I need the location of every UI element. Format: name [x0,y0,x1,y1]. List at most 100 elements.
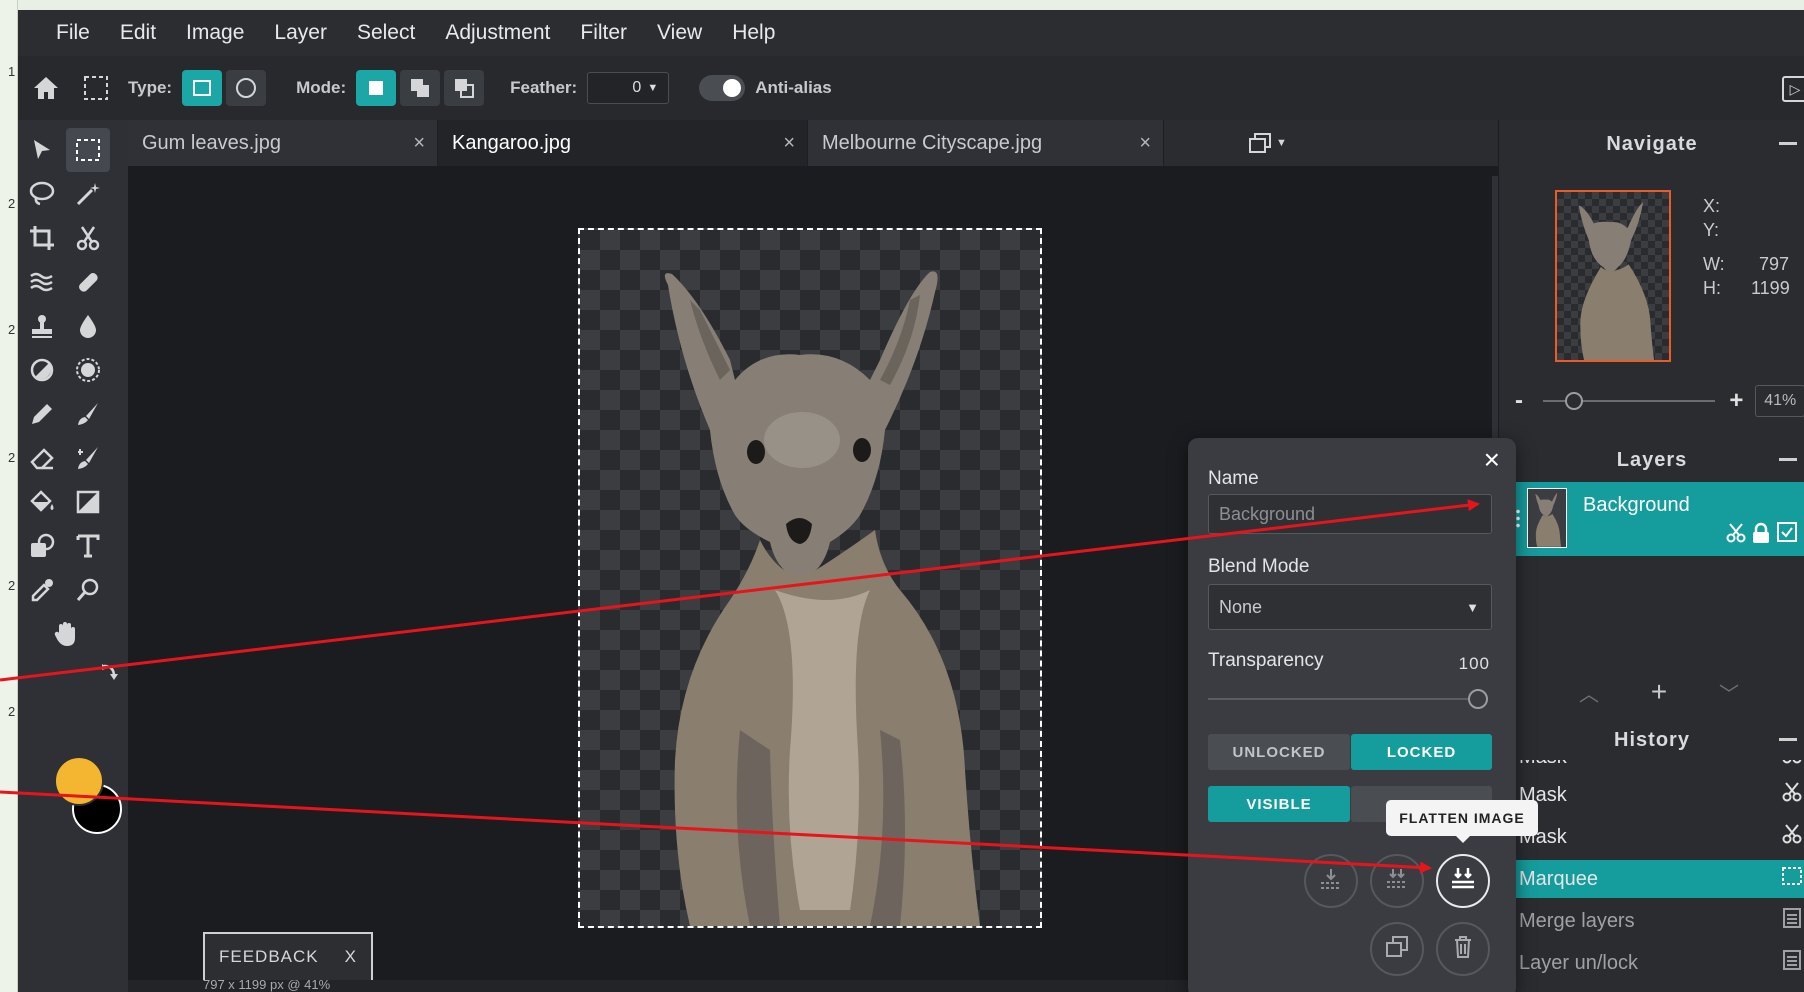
tab-gum-leaves[interactable]: Gum leaves.jpg × [128,120,438,166]
move-layer-up-icon[interactable]: ︿ [1579,678,1599,707]
duplicate-layer-button[interactable] [1370,922,1424,976]
menu-layer[interactable]: Layer [274,21,327,45]
feedback-button[interactable]: FEEDBACK X [203,932,373,980]
panel-collapse-icon[interactable]: ▷ [1782,76,1804,102]
zoom-in-button[interactable]: + [1729,387,1743,415]
shape-tool-icon[interactable] [20,524,64,568]
zoom-slider[interactable] [1543,392,1716,410]
visible-button[interactable]: VISIBLE [1208,786,1350,822]
x-label: X: [1703,196,1721,216]
sponge-tool-icon[interactable] [66,348,110,392]
eraser-tool-icon[interactable] [20,436,64,480]
history-item[interactable]: Mask [1513,818,1804,856]
rectangle-type-button[interactable] [182,70,223,106]
tab-label: Gum leaves.jpg [142,131,281,154]
layer-row-background[interactable]: Background [1513,482,1804,556]
drag-handle-icon[interactable] [1516,508,1520,530]
menu-help[interactable]: Help [732,21,775,45]
foreground-color-swatch[interactable] [54,756,104,806]
vertical-ruler: 1 2 2 2 2 2 [0,0,18,992]
move-tool-icon[interactable] [20,128,64,172]
pencil-tool-icon[interactable] [20,392,64,436]
locked-button[interactable]: LOCKED [1351,734,1492,770]
window-arrange-icon[interactable]: ▼ [1248,132,1287,154]
delete-layer-button[interactable] [1436,922,1490,976]
feedback-close-icon[interactable]: X [345,947,357,967]
feather-dropdown[interactable]: 0 ▼ [587,72,670,104]
liquify-tool-icon[interactable] [20,260,64,304]
layer-name-input[interactable]: Background [1208,494,1492,534]
brush-tool-icon[interactable] [66,392,110,436]
healing-tool-icon[interactable] [66,260,110,304]
layer-thumbnail [1527,488,1567,548]
mode-add-button[interactable] [400,70,441,106]
blend-mode-select[interactable]: None ▼ [1208,584,1492,630]
eyedropper-tool-icon[interactable] [20,568,64,612]
menu-filter[interactable]: Filter [580,21,627,45]
add-layer-icon[interactable]: + [1651,676,1667,708]
tab-kangaroo[interactable]: Kangaroo.jpg × [438,120,808,166]
menu-image[interactable]: Image [186,21,244,45]
history-item-label: Marquee [1519,867,1598,890]
history-item-selected[interactable]: Marquee [1513,860,1804,898]
lock-icon[interactable] [1751,522,1771,549]
unlocked-label: UNLOCKED [1232,743,1326,761]
color-replace-tool-icon[interactable] [66,436,110,480]
height-value: 1199 [1751,278,1790,298]
zoom-tool-icon[interactable] [66,568,110,612]
scissors-icon[interactable] [1725,522,1747,549]
anti-alias-toggle[interactable] [699,75,746,101]
history-item[interactable]: Mask [1513,760,1804,776]
tab-melbourne-cityscape[interactable]: Melbourne Cityscape.jpg × [808,120,1164,166]
transparency-slider-handle[interactable] [1468,689,1488,709]
scissors-icon [1781,781,1803,809]
dodge-burn-tool-icon[interactable] [20,348,64,392]
blur-drop-tool-icon[interactable] [66,304,110,348]
menu-adjustment[interactable]: Adjustment [445,21,550,45]
gradient-tool-icon[interactable] [66,480,110,524]
clone-stamp-tool-icon[interactable] [20,304,64,348]
hand-tool-icon[interactable] [44,612,88,656]
text-tool-icon[interactable] [66,524,110,568]
navigator-thumbnail[interactable] [1555,190,1671,362]
move-layer-down-icon[interactable]: ﹀ [1719,678,1739,707]
swap-colors-icon[interactable] [100,662,120,689]
menu-file[interactable]: File [56,21,90,45]
menu-select[interactable]: Select [357,21,415,45]
kangaroo-image[interactable] [578,228,1042,928]
unlocked-button[interactable]: UNLOCKED [1208,734,1350,770]
lasso-tool-icon[interactable] [20,172,64,216]
transparency-slider[interactable] [1208,689,1488,709]
history-item[interactable]: Layer un/lock [1513,944,1804,982]
mode-subtract-button[interactable] [444,70,485,106]
close-icon[interactable]: × [1484,444,1500,476]
minimize-icon[interactable] [1779,738,1797,741]
crop-tool-icon[interactable] [20,216,64,260]
home-icon[interactable] [32,75,60,101]
mode-new-button[interactable] [356,70,397,106]
close-icon[interactable]: × [413,132,425,155]
minimize-icon[interactable] [1779,458,1797,461]
history-item[interactable]: Merge layers [1513,902,1804,940]
layers-header: Layers [1499,440,1804,480]
zoom-value[interactable]: 41% [1755,385,1804,417]
menu-edit[interactable]: Edit [120,21,156,45]
minimize-icon[interactable] [1779,142,1797,145]
close-icon[interactable]: × [783,132,795,155]
flatten-image-button[interactable] [1436,854,1490,908]
scissors-tool-icon[interactable] [66,216,110,260]
menu-view[interactable]: View [657,21,702,45]
zoom-out-button[interactable]: - [1515,387,1523,415]
marquee-select-tool-icon[interactable] [66,128,110,172]
ellipse-type-button[interactable] [226,70,267,106]
zoom-slider-handle[interactable] [1565,392,1583,410]
paint-bucket-tool-icon[interactable] [20,480,64,524]
chevron-down-icon: ▼ [1466,599,1479,615]
locked-label: LOCKED [1386,743,1457,761]
close-icon[interactable]: × [1139,132,1151,155]
merge-down-button[interactable] [1304,854,1358,908]
magic-wand-tool-icon[interactable] [66,172,110,216]
merge-visible-button[interactable] [1370,854,1424,908]
visibility-checkbox-icon[interactable] [1777,522,1797,547]
history-item[interactable]: Mask [1513,776,1804,814]
